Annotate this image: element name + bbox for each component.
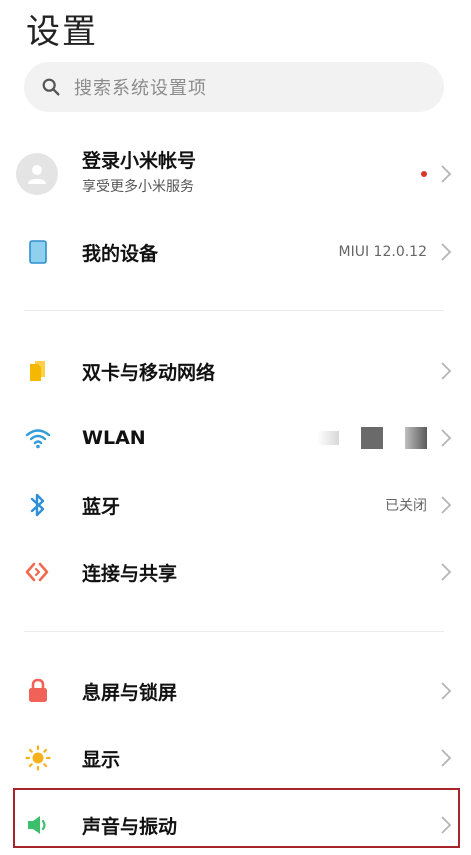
divider: [24, 631, 444, 632]
lock-screen-label: 息屏与锁屏: [82, 681, 178, 704]
chevron-right-icon: [441, 243, 452, 261]
connection-sharing-label: 连接与共享: [82, 562, 178, 585]
account-subtitle: 享受更多小米服务: [82, 179, 194, 195]
bluetooth-row[interactable]: 蓝牙 已关闭: [0, 475, 471, 535]
notification-dot: [421, 171, 427, 177]
my-device-label: 我的设备: [82, 242, 159, 265]
bluetooth-icon: [24, 491, 52, 519]
display-row[interactable]: 显示: [0, 728, 471, 788]
chevron-right-icon: [441, 563, 452, 581]
sim-network-row[interactable]: 双卡与移动网络: [0, 341, 471, 401]
miui-version: MIUI 12.0.12: [338, 244, 427, 260]
lock-icon: [24, 677, 52, 705]
lock-screen-row[interactable]: 息屏与锁屏: [0, 661, 471, 721]
chevron-right-icon: [441, 429, 452, 447]
account-title: 登录小米帐号: [82, 150, 197, 172]
sun-icon: [24, 744, 52, 772]
bluetooth-status: 已关闭: [385, 498, 427, 514]
chevron-right-icon: [441, 682, 452, 700]
sim-card-icon: [24, 357, 52, 385]
user-icon: [28, 165, 46, 184]
divider: [24, 310, 444, 311]
redaction-block: [405, 427, 427, 449]
wlan-row[interactable]: WLAN: [0, 408, 471, 468]
chevron-right-icon: [441, 749, 452, 767]
wlan-label: WLAN: [82, 427, 146, 449]
bluetooth-label: 蓝牙: [82, 495, 121, 518]
page-title: 设置: [26, 12, 98, 52]
search-placeholder: 搜索系统设置项: [74, 78, 207, 99]
redaction-block: [317, 431, 339, 445]
chevron-right-icon: [441, 362, 452, 380]
account-row[interactable]: 登录小米帐号 享受更多小米服务: [0, 144, 471, 204]
wifi-icon: [24, 424, 52, 452]
share-icon: [24, 558, 52, 586]
chevron-right-icon: [441, 496, 452, 514]
my-device-row[interactable]: 我的设备 MIUI 12.0.12: [0, 222, 471, 282]
wlan-network-name-redacted: [317, 427, 427, 449]
display-label: 显示: [82, 748, 121, 771]
search-input[interactable]: 搜索系统设置项: [24, 62, 444, 112]
chevron-right-icon: [441, 165, 452, 183]
avatar: [16, 153, 58, 195]
highlight-box: [13, 788, 460, 848]
search-icon: [42, 78, 60, 96]
device-icon: [24, 238, 52, 266]
redaction-block: [361, 427, 383, 449]
connection-sharing-row[interactable]: 连接与共享: [0, 542, 471, 602]
sim-network-label: 双卡与移动网络: [82, 361, 216, 384]
